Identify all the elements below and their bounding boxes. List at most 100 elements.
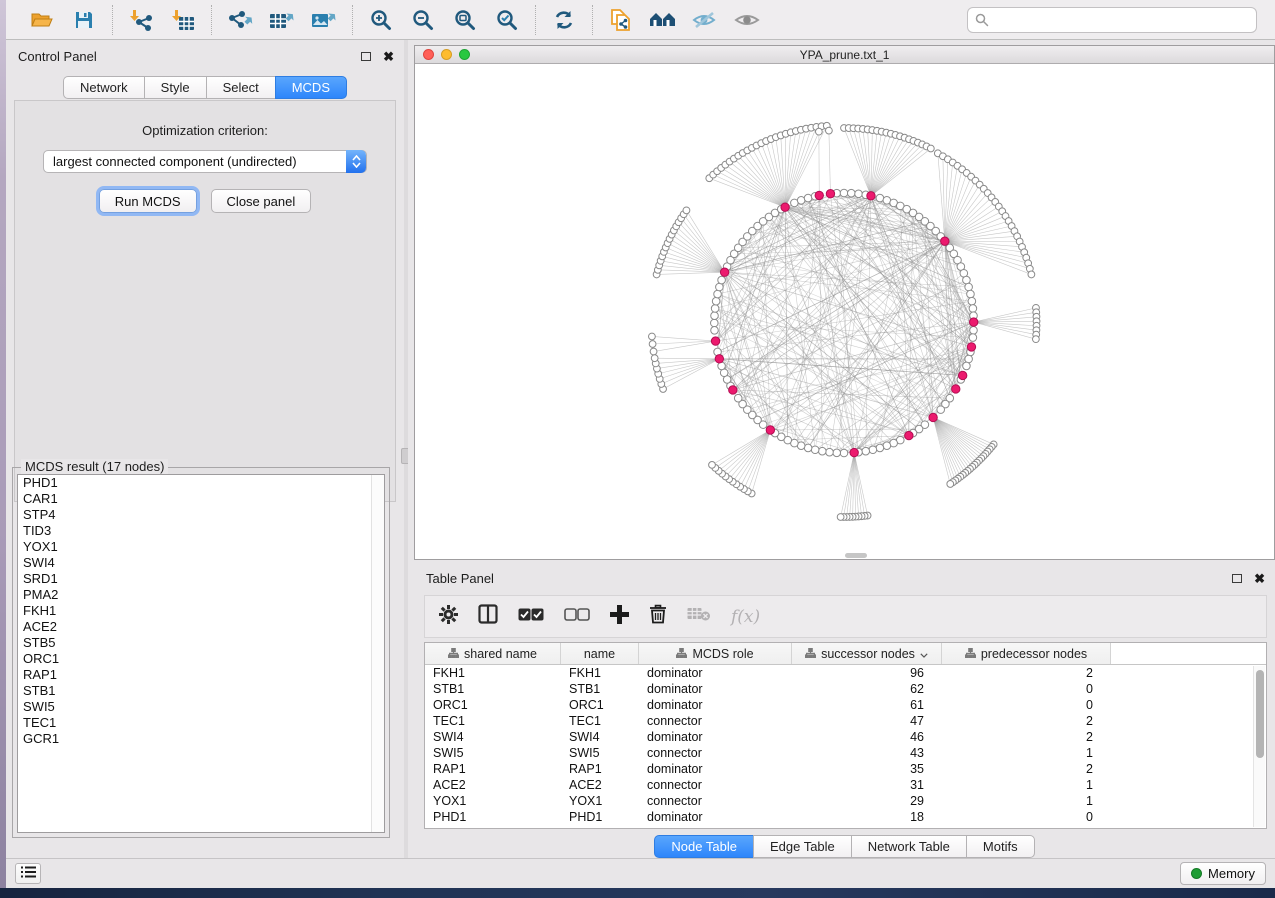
list-item[interactable]: STB5: [18, 635, 384, 651]
hide-selected-button[interactable]: [687, 4, 723, 36]
table-row[interactable]: STB1STB1dominator620: [425, 681, 1266, 697]
network-hscrollbar[interactable]: [845, 553, 867, 558]
table-row[interactable]: RAP1RAP1dominator352: [425, 761, 1266, 777]
table-row[interactable]: ACE2ACE2connector311: [425, 777, 1266, 793]
memory-status-icon: [1191, 868, 1202, 879]
add-column-button[interactable]: [610, 605, 629, 629]
table-cell: SWI4: [425, 730, 561, 744]
table-cell: 1: [942, 794, 1111, 808]
close-panel-button[interactable]: Close panel: [211, 189, 312, 213]
list-item[interactable]: STB1: [18, 683, 384, 699]
zoom-in-icon: [370, 9, 392, 31]
zoom-out-button[interactable]: [405, 4, 441, 36]
list-item[interactable]: TID3: [18, 523, 384, 539]
float-table-panel-icon[interactable]: [1232, 574, 1242, 583]
table-row[interactable]: TEC1TEC1connector472: [425, 713, 1266, 729]
list-item[interactable]: TEC1: [18, 715, 384, 731]
duplicate-network-button[interactable]: [603, 4, 639, 36]
open-file-button[interactable]: [24, 4, 60, 36]
split-view-button[interactable]: [478, 604, 498, 629]
function-builder-button[interactable]: f(x): [731, 607, 760, 627]
mcds-tab-content: Optimization criterion: largest connecte…: [14, 100, 396, 502]
export-network-button[interactable]: [222, 4, 258, 36]
table-settings-button[interactable]: [439, 605, 458, 629]
table-cell: 1: [942, 778, 1111, 792]
table-row[interactable]: SWI4SWI4dominator462: [425, 729, 1266, 745]
columns-icon: [478, 604, 498, 629]
save-session-button[interactable]: [66, 4, 102, 36]
list-item[interactable]: SWI4: [18, 555, 384, 571]
table-scrollbar[interactable]: [1253, 666, 1265, 827]
column-header-successor-nodes[interactable]: successor nodes: [792, 643, 942, 664]
table-tab-edge-table[interactable]: Edge Table: [753, 835, 851, 858]
column-header-name[interactable]: name: [561, 643, 639, 664]
table-cell: ACE2: [425, 778, 561, 792]
first-neighbors-button[interactable]: [645, 4, 681, 36]
table-cell: 47: [792, 714, 942, 728]
tab-mcds[interactable]: MCDS: [275, 76, 347, 99]
run-mcds-button[interactable]: Run MCDS: [99, 189, 197, 213]
network-canvas[interactable]: [415, 64, 1274, 559]
list-item[interactable]: PMA2: [18, 587, 384, 603]
list-item[interactable]: RAP1: [18, 667, 384, 683]
list-item[interactable]: YOX1: [18, 539, 384, 555]
task-history-button[interactable]: [15, 863, 41, 884]
show-all-button[interactable]: [729, 4, 765, 36]
column-header-mcds-role[interactable]: MCDS role: [639, 643, 792, 664]
cytoscape-window: Control Panel ✖ NetworkStyleSelectMCDS O…: [6, 0, 1275, 888]
delete-table-button[interactable]: [687, 606, 711, 627]
list-item[interactable]: ACE2: [18, 619, 384, 635]
table-row[interactable]: SWI5SWI5connector431: [425, 745, 1266, 761]
zoom-selected-button[interactable]: [489, 4, 525, 36]
list-item[interactable]: SWI5: [18, 699, 384, 715]
select-all-rows-button[interactable]: [518, 608, 544, 626]
table-row[interactable]: PHD1PHD1dominator180: [425, 809, 1266, 825]
export-image-button[interactable]: [306, 4, 342, 36]
list-item[interactable]: STP4: [18, 507, 384, 523]
table-row[interactable]: ORC1ORC1dominator610: [425, 697, 1266, 713]
list-item[interactable]: SRD1: [18, 571, 384, 587]
list-item[interactable]: ORC1: [18, 651, 384, 667]
table-tab-network-table[interactable]: Network Table: [851, 835, 966, 858]
import-table-button[interactable]: [165, 4, 201, 36]
mcds-result-list[interactable]: PHD1CAR1STP4TID3YOX1SWI4SRD1PMA2FKH1ACE2…: [17, 474, 385, 833]
tab-select[interactable]: Select: [206, 76, 275, 99]
table-row[interactable]: FKH1FKH1dominator962: [425, 665, 1266, 681]
column-header-shared-name[interactable]: shared name: [425, 643, 561, 664]
table-tab-node-table[interactable]: Node Table: [654, 835, 753, 858]
refresh-layout-button[interactable]: [546, 4, 582, 36]
table-scrollbar-thumb[interactable]: [1256, 670, 1264, 758]
memory-button[interactable]: Memory: [1180, 862, 1266, 885]
tab-style[interactable]: Style: [144, 76, 206, 99]
network-window-titlebar[interactable]: YPA_prune.txt_1: [415, 46, 1274, 64]
list-item[interactable]: FKH1: [18, 603, 384, 619]
float-panel-icon[interactable]: [361, 52, 371, 61]
table-tabs: Node TableEdge TableNetwork TableMotifs: [414, 835, 1275, 858]
search-input[interactable]: [967, 7, 1257, 33]
table-row[interactable]: YOX1YOX1connector291: [425, 793, 1266, 809]
table-cell: 2: [942, 762, 1111, 776]
zoom-fit-button[interactable]: [447, 4, 483, 36]
list-scrollbar[interactable]: [371, 475, 384, 832]
save-disk-icon: [74, 10, 94, 30]
table-tab-motifs[interactable]: Motifs: [966, 835, 1035, 858]
column-header-predecessor-nodes[interactable]: predecessor nodes: [942, 643, 1111, 664]
list-item[interactable]: PHD1: [18, 475, 384, 491]
list-item[interactable]: GCR1: [18, 731, 384, 747]
delete-column-button[interactable]: [649, 604, 667, 629]
table-cell: connector: [639, 714, 792, 728]
close-table-panel-icon[interactable]: ✖: [1254, 572, 1265, 585]
table-panel-title: Table Panel: [426, 571, 494, 586]
table-cell: 1: [942, 746, 1111, 760]
import-network-button[interactable]: [123, 4, 159, 36]
zoom-in-button[interactable]: [363, 4, 399, 36]
export-table-button[interactable]: [264, 4, 300, 36]
trash-icon: [649, 604, 667, 629]
list-item[interactable]: CAR1: [18, 491, 384, 507]
deselect-all-rows-button[interactable]: [564, 608, 590, 626]
optimization-criterion-select[interactable]: largest connected component (undirected): [43, 150, 367, 173]
table-cell: RAP1: [425, 762, 561, 776]
hide-selected-icon: [692, 10, 718, 30]
tab-network[interactable]: Network: [63, 76, 144, 99]
close-panel-icon[interactable]: ✖: [383, 50, 394, 63]
